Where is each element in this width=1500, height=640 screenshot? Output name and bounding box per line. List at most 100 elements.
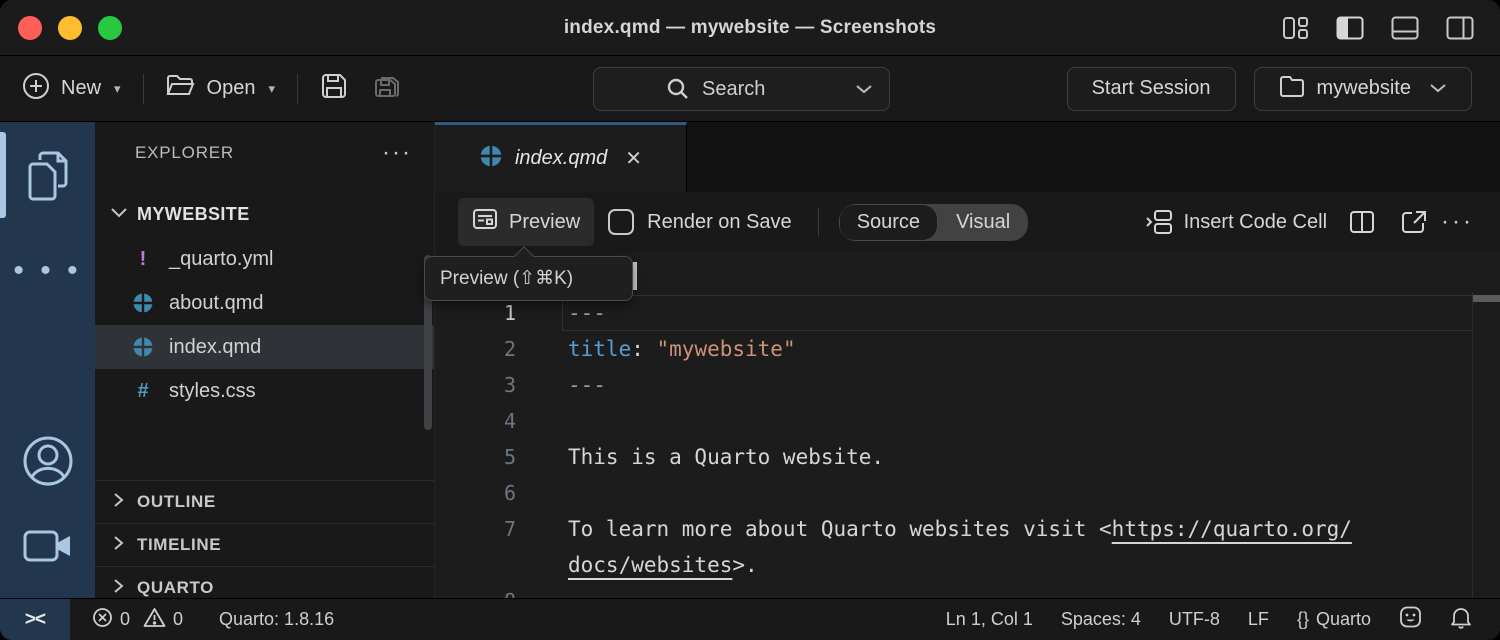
file-row-about.qmd[interactable]: about.qmd: [95, 281, 434, 325]
render-on-save-label: Render on Save: [647, 211, 792, 234]
toggle-left-sidebar-icon[interactable]: [1336, 16, 1364, 40]
preview-button[interactable]: Preview: [458, 198, 594, 246]
code-line[interactable]: 6: [435, 475, 1500, 511]
line-text: ---: [568, 301, 606, 325]
workspace-root-label: MYWEBSITE: [137, 204, 250, 225]
file-row-_quarto.yml[interactable]: !_quarto.yml: [95, 237, 434, 281]
line-text: This is a Quarto website.: [568, 445, 884, 469]
start-session-label: Start Session: [1092, 77, 1211, 100]
tab-label: index.qmd: [515, 147, 607, 170]
error-icon: [92, 607, 113, 633]
preview-label: Preview: [509, 211, 580, 234]
language-mode-status[interactable]: {} Quarto: [1283, 609, 1385, 630]
render-on-save-control[interactable]: Render on Save: [608, 209, 792, 235]
tab-index-qmd[interactable]: index.qmd ✕: [435, 122, 687, 192]
quarto-globe-icon: [131, 292, 155, 314]
save-button[interactable]: [312, 66, 356, 112]
section-label: TIMELINE: [137, 535, 221, 555]
indentation-status[interactable]: Spaces: 4: [1047, 609, 1155, 630]
chevron-down-icon: ▾: [114, 81, 121, 97]
code-editor[interactable]: 1---2title: "mywebsite"3---45This is a Q…: [435, 252, 1500, 598]
line-number: 7: [435, 517, 568, 541]
top-action-bar: New ▾ Open ▾: [0, 56, 1500, 122]
chevron-right-icon: [111, 533, 125, 558]
toggle-bottom-panel-icon[interactable]: [1391, 16, 1419, 40]
file-name: index.qmd: [169, 336, 261, 359]
file-name: about.qmd: [169, 292, 264, 315]
sidebar-section-quarto[interactable]: QUARTO: [95, 566, 434, 598]
account-icon[interactable]: [21, 434, 75, 488]
remote-indicator[interactable]: ><: [0, 599, 70, 640]
workspace-root-folder[interactable]: MYWEBSITE: [95, 194, 434, 234]
bell-icon: [1450, 605, 1472, 634]
explorer-view-icon[interactable]: [22, 148, 74, 204]
code-line[interactable]: 4: [435, 403, 1500, 439]
line-number: 3: [435, 373, 568, 397]
save-icon: [320, 72, 348, 106]
section-label: OUTLINE: [137, 492, 216, 512]
feedback-button[interactable]: [1385, 605, 1436, 634]
code-line[interactable]: 7To learn more about Quarto websites vis…: [435, 511, 1500, 547]
explorer-sidebar: EXPLORER ··· MYWEBSITE !_quarto.ymlabout…: [95, 122, 435, 598]
sidebar-section-outline[interactable]: OUTLINE: [95, 480, 434, 523]
split-editor-icon[interactable]: [1349, 210, 1375, 234]
sidebar-section-timeline[interactable]: TIMELINE: [95, 523, 434, 566]
chevron-right-icon: [111, 490, 125, 515]
line-number: 1: [435, 301, 568, 325]
code-line[interactable]: 5This is a Quarto website.: [435, 439, 1500, 475]
start-session-button[interactable]: Start Session: [1067, 67, 1236, 111]
eol-status[interactable]: LF: [1234, 609, 1283, 630]
insert-code-cell-button[interactable]: Insert Code Cell: [1184, 211, 1327, 234]
screen-record-icon[interactable]: [22, 528, 74, 564]
close-tab-icon[interactable]: ✕: [625, 146, 642, 171]
code-line[interactable]: 8: [435, 583, 1500, 598]
quarto-version-status[interactable]: Quarto: 1.8.16: [207, 599, 346, 640]
editor-more-actions-icon[interactable]: ···: [1441, 218, 1474, 226]
window-title: index.qmd — mywebsite — Screenshots: [0, 17, 1500, 39]
editor-scrollbar-thumb[interactable]: [1473, 295, 1500, 302]
braces-icon: {}: [1297, 609, 1309, 630]
customize-layout-icon[interactable]: [1282, 16, 1309, 40]
visual-mode-button[interactable]: Visual: [938, 204, 1028, 241]
editor-group: index.qmd ✕ Preview: [435, 122, 1500, 598]
workspace-label: mywebsite: [1317, 77, 1411, 100]
explorer-title: EXPLORER: [135, 143, 234, 163]
more-views-icon[interactable]: • • •: [13, 266, 81, 276]
code-line[interactable]: 3---: [435, 367, 1500, 403]
line-number: 8: [435, 589, 568, 598]
toggle-right-sidebar-icon[interactable]: [1446, 16, 1474, 40]
file-row-index.qmd[interactable]: index.qmd: [95, 325, 434, 369]
encoding-status[interactable]: UTF-8: [1155, 609, 1234, 630]
open-in-new-window-icon[interactable]: [1401, 210, 1427, 234]
render-on-save-checkbox[interactable]: [608, 209, 634, 235]
code-line[interactable]: 2title: "mywebsite": [435, 331, 1500, 367]
file-row-styles.css[interactable]: #styles.css: [95, 369, 434, 413]
remote-icon: ><: [25, 609, 45, 631]
warning-count: 0: [173, 609, 183, 630]
section-label: QUARTO: [137, 578, 214, 598]
cursor-position-status[interactable]: Ln 1, Col 1: [932, 609, 1047, 630]
explorer-more-actions-icon[interactable]: ···: [382, 149, 412, 157]
workspace-selector[interactable]: mywebsite: [1254, 67, 1472, 111]
search-input[interactable]: Search: [593, 67, 890, 111]
folder-open-icon: [166, 73, 196, 105]
code-line[interactable]: docs/websites>.: [435, 547, 1500, 583]
plus-circle-icon: [22, 72, 50, 106]
new-file-button[interactable]: New ▾: [14, 66, 129, 112]
chevron-right-icon: [111, 576, 125, 599]
open-button[interactable]: Open ▾: [158, 67, 283, 111]
source-mode-button[interactable]: Source: [839, 204, 938, 241]
save-all-button[interactable]: [364, 66, 410, 112]
line-number: 2: [435, 337, 568, 361]
preview-icon: [472, 207, 498, 237]
problems-status[interactable]: 0 0: [80, 599, 195, 640]
divider: [297, 74, 298, 104]
line-number: 5: [435, 445, 568, 469]
notifications-button[interactable]: [1436, 605, 1486, 634]
line-text: title: "mywebsite": [568, 337, 796, 361]
active-view-indicator: [0, 132, 6, 218]
tab-bar: index.qmd ✕: [435, 122, 1500, 192]
chevron-down-icon: [109, 204, 129, 225]
save-all-icon: [372, 72, 402, 106]
line-number: 6: [435, 481, 568, 505]
